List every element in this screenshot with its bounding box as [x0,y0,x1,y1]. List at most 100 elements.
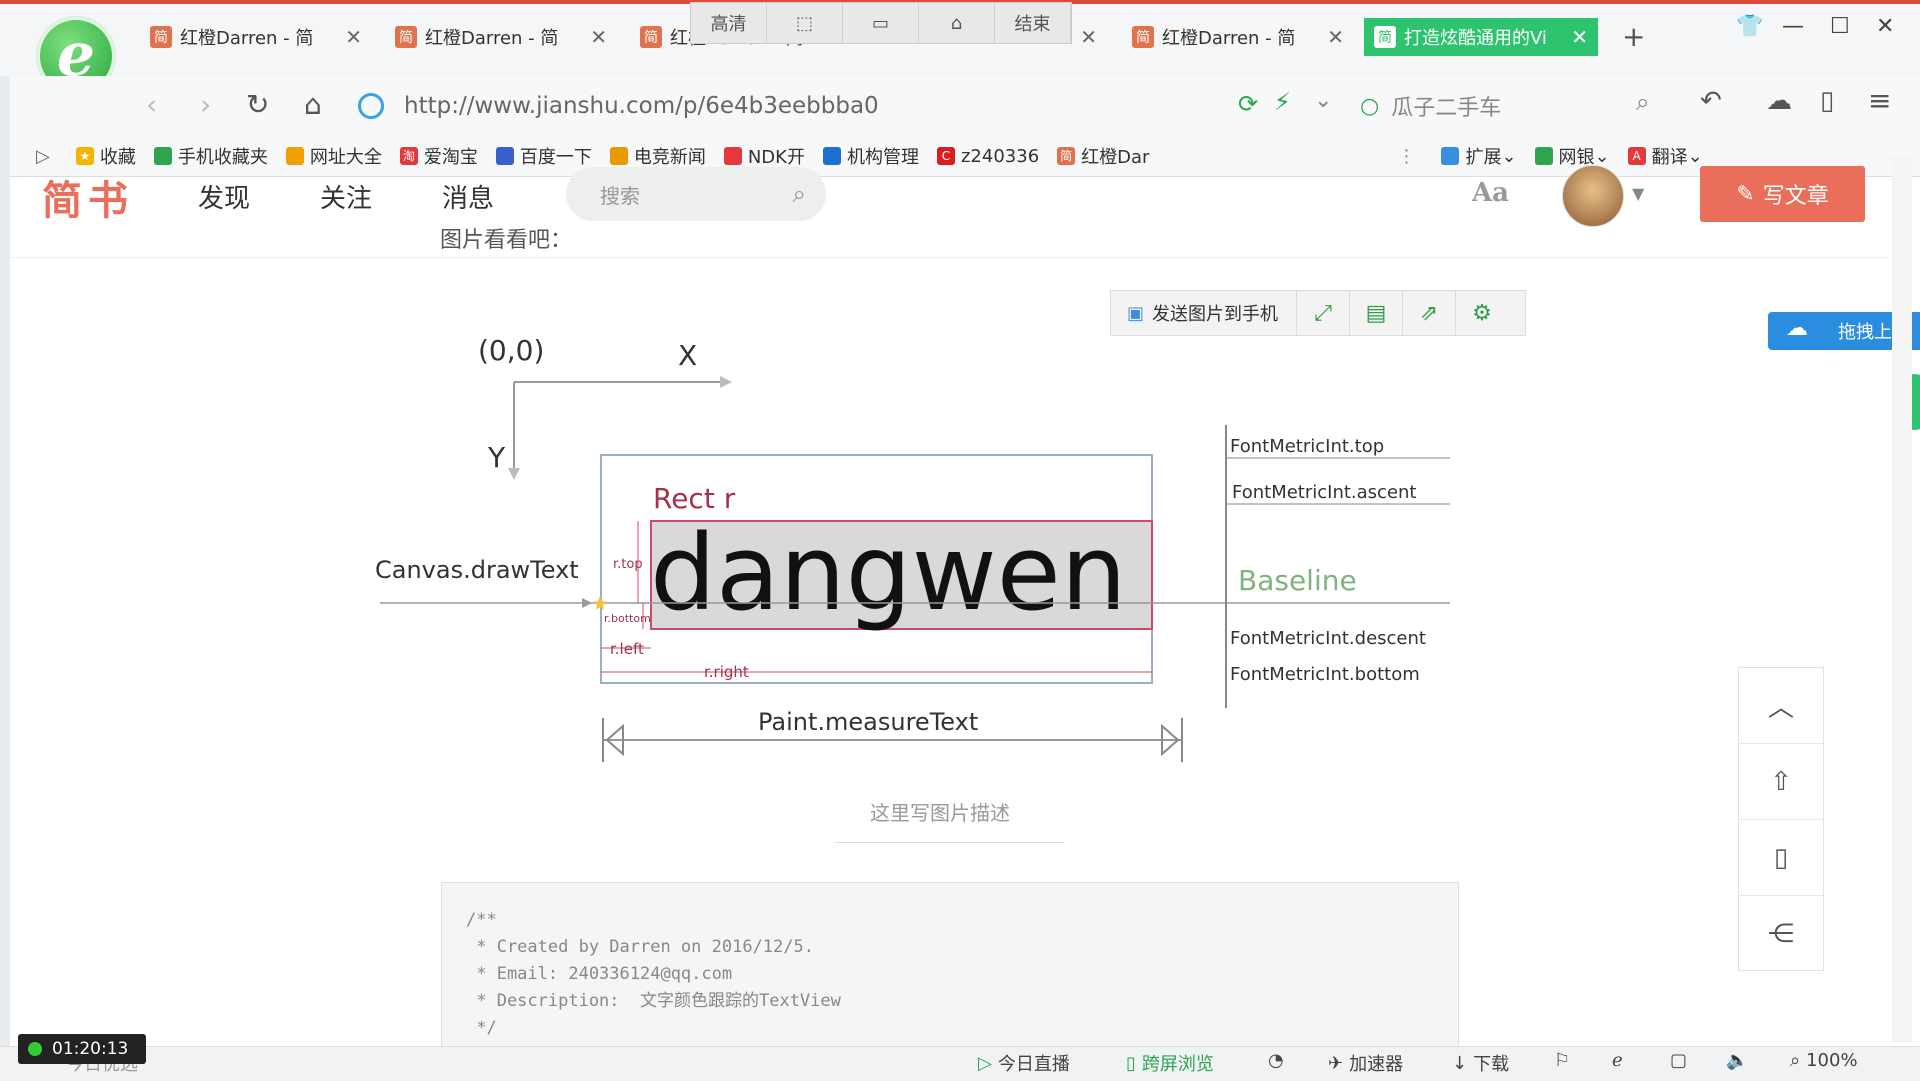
close-tab-icon[interactable]: ✕ [1327,25,1344,49]
translate-menu[interactable]: A 翻译 ⌄ [1627,143,1703,169]
text-metrics-diagram: (0,0) X Y Rect r dangwen Canvas.drawText… [375,334,1450,762]
font-setting-button[interactable]: Aa [1472,178,1509,208]
recorder-stop-button[interactable]: 结束 [995,3,1071,43]
search-icon[interactable]: ⌕ [793,180,806,208]
recorder-hd-button[interactable]: 高清 [691,3,767,43]
baidu-icon [495,147,514,165]
bookmark-item[interactable]: NDK开 [723,143,805,169]
back-icon[interactable]: ‹ [146,88,157,121]
search-icon[interactable]: ⌕ [1636,88,1649,116]
flag-icon[interactable]: ⚐ [1554,1050,1570,1071]
status-history-icon[interactable]: ◔ [1268,1050,1284,1071]
bookmark-item[interactable]: 手机收藏夹 [153,143,268,169]
sidebar-icon[interactable]: ▯ [1820,86,1834,116]
draw-arrow [582,598,592,608]
phone-icon [153,147,172,165]
site-search-input[interactable]: 搜索 ⌕ [566,167,826,221]
more-icon[interactable]: ⋮ [1397,146,1415,167]
extensions-menu[interactable]: 扩展 ⌄ [1441,143,1517,169]
play-icon: ▷ [978,1052,992,1074]
tab-favicon-icon: 简 [1132,26,1154,48]
lightning-icon[interactable]: ⚡ [1274,88,1291,116]
rleft-label: r.left [610,640,644,658]
new-tab-button[interactable]: + [1622,20,1645,53]
bookmark-item[interactable]: 淘爱淘宝 [399,143,478,169]
browser-search-text: 瓜子二手车 [1391,96,1502,121]
close-tab-icon[interactable]: ✕ [345,25,362,49]
zoom-control[interactable]: ⌕ 100% [1790,1050,1858,1071]
org-icon [822,147,841,165]
refresh-extension-icon[interactable]: ⟳ [1238,90,1258,118]
forward-icon[interactable]: › [200,88,211,121]
undo-icon[interactable]: ↶ [1700,86,1722,116]
tab-favicon-icon: 简 [640,26,662,48]
code-line: */ [466,1018,497,1038]
cloud-icon[interactable]: ☁ [1766,86,1792,116]
bookmark-item[interactable]: 简红橙Dar [1057,143,1149,169]
dropdown-icon[interactable]: ⌄ [1314,88,1332,113]
write-article-button[interactable]: ✎ 写文章 [1700,166,1865,222]
bookmark-item[interactable]: 电竞新闻 [609,143,706,169]
download-button[interactable]: ↓ 下载 [1452,1050,1509,1076]
home-icon[interactable]: ⌂ [304,88,322,121]
write-article-label: 写文章 [1762,184,1829,209]
browser-tab[interactable]: 简 红橙Darren - 简 ✕ [385,18,617,56]
browser-search-field[interactable]: ○ 瓜子二手车 [1360,88,1660,124]
close-tab-icon[interactable]: ✕ [1080,25,1097,49]
code-line: * Description: 文字颜色跟踪的TextView [466,991,841,1011]
gear-icon[interactable]: ⚙ [1456,291,1508,335]
page-scrollbar[interactable] [1892,157,1912,1042]
browser-tab-active[interactable]: 简 打造炫酷通用的Vi ✕ [1364,18,1598,56]
metric-descent-label: FontMetricInt.descent [1230,628,1426,649]
volume-icon[interactable]: 🔈 [1726,1050,1748,1071]
rect-label: Rect r [653,482,736,515]
site-search-placeholder: 搜索 [600,183,640,208]
scroll-top-icon[interactable]: ︿ [1739,668,1823,744]
site-logo[interactable]: 简书 [42,168,134,226]
ie-icon[interactable]: ℯ [1612,1050,1623,1071]
maximize-icon[interactable]: ☐ [1830,14,1850,39]
skin-icon[interactable]: 👕 [1736,14,1763,39]
caret-down-icon[interactable]: ▼ [1632,184,1644,203]
nav-messages[interactable]: 消息 [442,178,494,215]
recorder-home-icon[interactable]: ⌂ [919,3,995,43]
bookmark-item[interactable]: ★ 收藏 [75,143,136,169]
sidebar-toggle-icon[interactable]: ▷ [36,146,50,167]
reload-icon[interactable]: ↻ [246,88,269,121]
metric-bottom-label: FontMetricInt.bottom [1230,664,1420,685]
download-icon: ↓ [1452,1052,1468,1074]
tab-title: 红橙Darren - 简 [180,28,314,49]
browser-tab[interactable]: 简 红橙Darren - 简 ✕ [140,18,372,56]
bookmark-item[interactable]: 百度一下 [495,143,592,169]
close-tab-icon[interactable]: ✕ [590,25,607,49]
window-icon[interactable]: ▢ [1670,1050,1687,1071]
close-tab-icon[interactable]: ✕ [1571,25,1588,49]
url-field[interactable]: http://www.jianshu.com/p/6e4b3eebbba0 [358,88,1238,124]
minimize-icon[interactable]: — [1782,14,1804,39]
recorder-window-icon[interactable]: ▭ [843,3,919,43]
nav-discover[interactable]: 发现 [198,178,250,215]
bookmark-item[interactable]: 网址大全 [285,143,382,169]
bookmark-item[interactable]: 机构管理 [822,143,919,169]
accelerator-button[interactable]: ✈ 加速器 [1328,1050,1403,1076]
url-text: http://www.jianshu.com/p/6e4b3eebbba0 [404,93,879,119]
window-edge [0,76,10,1046]
share-icon[interactable]: ⋲ [1739,896,1823,971]
bookmark-item[interactable]: Cz240336 [936,146,1039,167]
code-block: /** * Created by Darren on 2016/12/5. * … [441,882,1459,1062]
bookmark-icon[interactable]: ▯ [1739,820,1823,896]
avatar[interactable] [1562,165,1624,227]
cross-screen-button[interactable]: ▯ 跨屏浏览 [1126,1050,1214,1076]
menu-icon[interactable]: ≡ [1868,84,1891,117]
search-engine-icon[interactable]: ○ [1360,94,1379,119]
site-info-icon[interactable] [358,93,384,119]
live-button[interactable]: ▷ 今日直播 [978,1050,1070,1076]
metric-ascent-label: FontMetricInt.ascent [1232,482,1417,503]
browser-tab[interactable]: 简 红橙Darren - 简 ✕ [1122,18,1354,56]
recorder-region-icon[interactable]: ⬚ [767,3,843,43]
rocket-icon: ✈ [1328,1052,1344,1074]
upload-icon[interactable]: ⇧ [1739,744,1823,820]
y-axis-label: Y [487,441,506,474]
close-window-icon[interactable]: ✕ [1876,14,1894,39]
nav-follow[interactable]: 关注 [320,178,372,215]
